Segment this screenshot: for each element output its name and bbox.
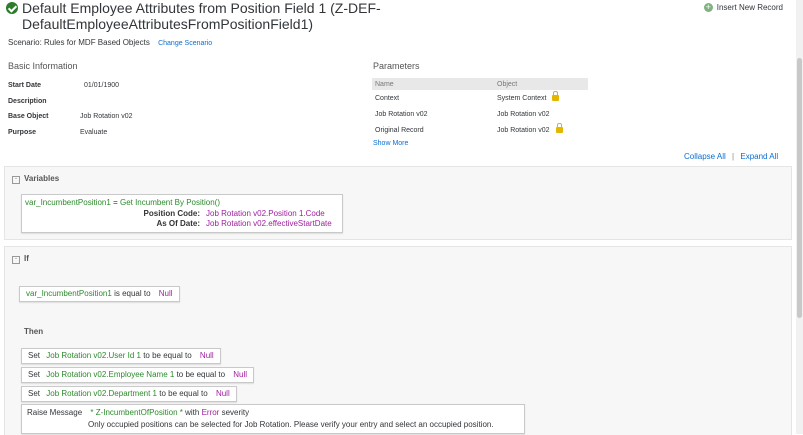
set-keyword: Set [28, 389, 41, 398]
parameters-heading: Parameters [373, 61, 420, 71]
if-condition[interactable]: var_IncumbentPosition1 is equal to Null [19, 286, 180, 302]
then-label: Then [24, 327, 44, 336]
scenario-line: Scenario: Rules for MDF Based Objects Ch… [8, 38, 212, 47]
purpose-value: Evaluate [80, 129, 108, 136]
basic-info-heading: Basic Information [8, 61, 78, 71]
collapse-all-link[interactable]: Collapse All [684, 152, 726, 161]
function-name: Get Incumbent By Position() [119, 198, 221, 207]
insert-new-record-button[interactable]: + Insert New Record [703, 2, 783, 12]
plus-icon: + [703, 2, 713, 12]
param-object: System Context [497, 94, 547, 102]
param-object: Job Rotation v02 [497, 110, 550, 118]
as-of-date-label: As Of Date: [156, 219, 200, 228]
set-operator: to be equal to [143, 351, 192, 360]
message-text: Only occupied positions can be selected … [88, 420, 494, 429]
set-value: Null [215, 389, 230, 398]
status-ok-icon [6, 2, 18, 14]
condition-variable: var_IncumbentPosition1 [26, 289, 112, 298]
param-object: Job Rotation v02 [497, 126, 550, 134]
if-heading: If [24, 254, 29, 263]
param-name: Job Rotation v02 [375, 110, 428, 118]
set-value: Null [233, 370, 248, 379]
expand-all-link[interactable]: Expand All [740, 152, 778, 161]
scrollbar-thumb[interactable] [797, 58, 802, 318]
raise-message-action[interactable]: Raise Message * Z-IncumbentOfPosition * … [21, 404, 525, 434]
variables-panel: - Variables var_IncumbentPosition1 = Get… [4, 166, 792, 240]
param-col-name: Name [372, 78, 494, 90]
set-action-2[interactable]: Set Job Rotation v02.Employee Name 1 to … [21, 367, 255, 383]
set-value: Null [199, 351, 214, 360]
param-col-object: Object [494, 78, 588, 90]
equals-sign: = [113, 198, 118, 207]
as-of-date-value: Job Rotation v02.effectiveStartDate [206, 219, 332, 228]
collapse-icon[interactable]: - [12, 176, 20, 184]
param-name: Context [375, 94, 400, 102]
table-row: Job Rotation v02 Job Rotation v02 [372, 106, 588, 122]
message-name: * Z-IncumbentOfPosition * [90, 408, 183, 417]
insert-new-record-label: Insert New Record [716, 3, 783, 12]
change-scenario-link[interactable]: Change Scenario [158, 40, 212, 47]
variable-definition[interactable]: var_IncumbentPosition1 = Get Incumbent B… [21, 194, 343, 233]
position-code-value: Job Rotation v02.Position 1.Code [206, 209, 325, 218]
variable-name: var_IncumbentPosition1 [25, 198, 111, 207]
set-action-3[interactable]: Set Job Rotation v02.Department 1 to be … [21, 386, 237, 402]
start-date-label: Start Date [8, 82, 42, 89]
description-label: Description [8, 98, 47, 105]
separator: | [732, 152, 735, 161]
set-field: Job Rotation v02.User Id 1 [46, 351, 141, 360]
set-field: Job Rotation v02.Employee Name 1 [46, 370, 175, 379]
scenario-text: Scenario: Rules for MDF Based Objects [8, 38, 150, 47]
param-name: Original Record [375, 126, 424, 134]
lock-icon [555, 122, 563, 133]
table-row: Context System Context [372, 90, 588, 106]
set-operator: to be equal to [159, 389, 208, 398]
variables-heading: Variables [24, 174, 60, 183]
set-operator: to be equal to [176, 370, 226, 379]
lock-icon [552, 90, 560, 101]
condition-operator: is equal to [114, 289, 151, 298]
base-object-label: Base Object [8, 113, 49, 120]
collapse-icon[interactable]: - [12, 256, 20, 264]
severity-value: Error [201, 408, 220, 417]
set-field: Job Rotation v02.Department 1 [46, 389, 157, 398]
raise-message-keyword: Raise Message [27, 408, 83, 417]
show-more-link[interactable]: Show More [373, 140, 408, 147]
set-action-1[interactable]: Set Job Rotation v02.User Id 1 to be equ… [21, 348, 221, 364]
page-title: Default Employee Attributes from Positio… [22, 0, 381, 32]
position-code-label: Position Code: [143, 209, 200, 218]
base-object-value: Job Rotation v02 [80, 113, 133, 120]
with-keyword: with [185, 408, 200, 417]
parameters-table: Name Object Context System Context Job R… [372, 78, 588, 138]
table-row: Original Record Job Rotation v02 [372, 122, 588, 138]
purpose-label: Purpose [8, 129, 37, 136]
severity-keyword: severity [221, 408, 250, 417]
set-keyword: Set [28, 370, 41, 379]
if-panel: - If var_IncumbentPosition1 is equal to … [4, 246, 792, 435]
condition-value: Null [158, 289, 173, 298]
set-keyword: Set [28, 351, 41, 360]
collapse-expand-controls: Collapse All | Expand All [684, 152, 778, 161]
start-date-value: 01/01/1900 [84, 82, 120, 89]
